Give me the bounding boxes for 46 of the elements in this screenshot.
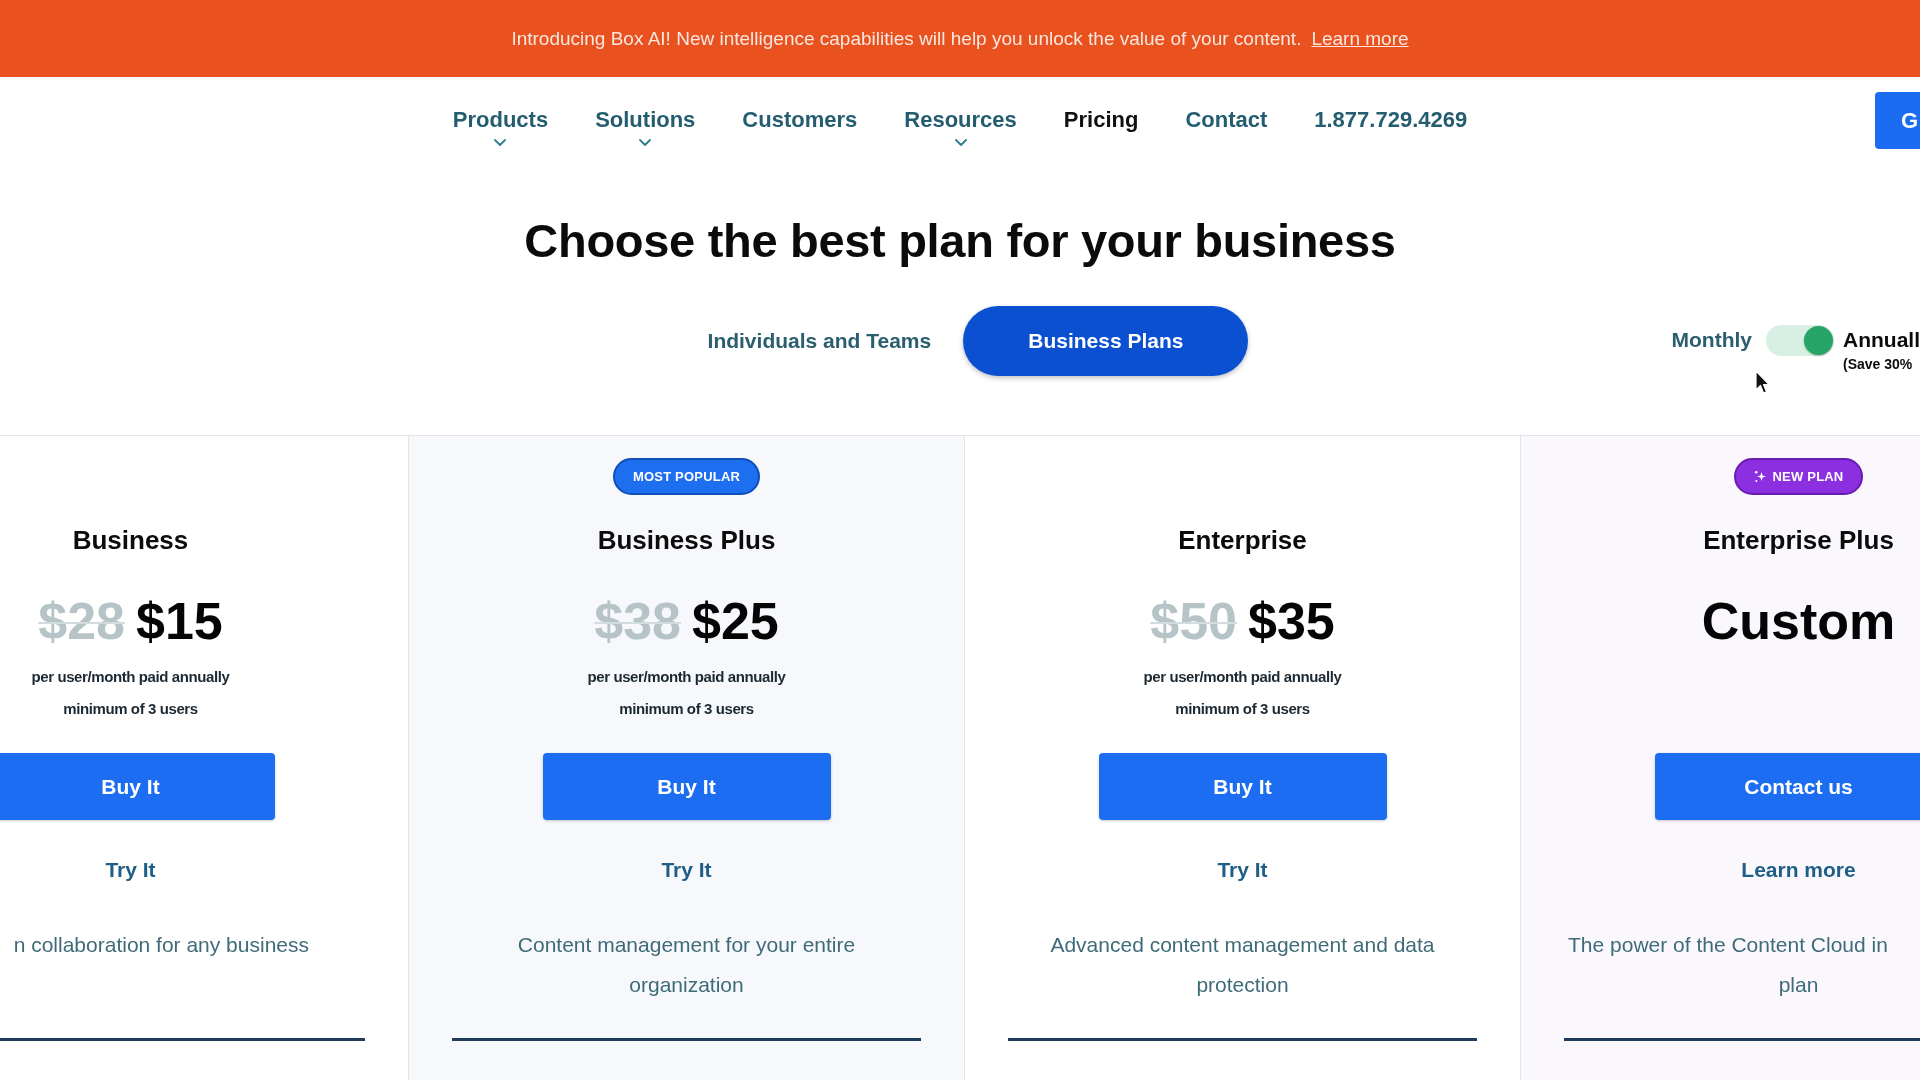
billing-label: Monthly bbox=[1671, 327, 1752, 353]
nav-link[interactable]: Contact bbox=[1185, 107, 1268, 133]
plan-description: Advanced content management and data protection bbox=[1049, 932, 1436, 998]
plan-button[interactable]: Buy It bbox=[542, 753, 831, 820]
price-note: minimum of 3 users bbox=[619, 699, 754, 719]
plan-description: Content management for your entire organization bbox=[516, 932, 857, 998]
nav-link[interactable]: Solutions bbox=[595, 107, 696, 146]
plan-price: $25 bbox=[692, 591, 779, 651]
plan-badge: MOST POPULAR bbox=[612, 458, 761, 495]
nav-link[interactable]: Customers bbox=[742, 107, 858, 133]
nav-link[interactable]: Products bbox=[452, 107, 549, 146]
plan-type-tab[interactable]: Business Plans bbox=[963, 306, 1249, 376]
price-note: minimum of 3 users bbox=[1175, 699, 1310, 719]
announcement-text: Introducing Box AI! New intelligence capabilities will help you unlock the value of your content. bbox=[511, 27, 1302, 50]
nav-link[interactable]: Resources bbox=[904, 107, 1017, 146]
sparkle-icon bbox=[1753, 470, 1767, 483]
header-button[interactable]: G bbox=[1874, 92, 1920, 149]
plan-price: $35 bbox=[1248, 591, 1335, 651]
plan-link[interactable]: Try It bbox=[105, 855, 156, 885]
billing-label: Annuall bbox=[1843, 327, 1920, 353]
nav-link[interactable]: 1.877.729.4269 bbox=[1314, 107, 1468, 133]
plan-name: Enterprise Plus bbox=[1703, 524, 1894, 557]
price-note: per user/month paid annually bbox=[587, 667, 786, 687]
plan-description: The power of the Content Cloud in plan bbox=[1567, 932, 1889, 998]
plan-button[interactable]: Buy It bbox=[1098, 753, 1387, 820]
plan-type-tab[interactable]: Individuals and Teams bbox=[707, 306, 932, 376]
savings-note: (Save 30% bbox=[1843, 355, 1914, 373]
plan-link[interactable]: Try It bbox=[1217, 855, 1268, 885]
price-note: per user/month paid annually bbox=[31, 667, 230, 687]
plan-link[interactable]: Learn more bbox=[1741, 855, 1856, 885]
page-heading: Choose the best plan for your business bbox=[524, 213, 1396, 269]
plan-price: $15 bbox=[136, 591, 223, 651]
plan-name: Business Plus bbox=[597, 524, 776, 557]
plan-name: Business bbox=[72, 524, 189, 557]
nav-link[interactable]: Pricing bbox=[1063, 107, 1139, 133]
plan-description: n collaboration for any business bbox=[12, 932, 310, 958]
plan-badge: NEW PLAN bbox=[1733, 458, 1864, 495]
plan-link[interactable]: Try It bbox=[661, 855, 712, 885]
plan-price: Custom bbox=[1701, 591, 1896, 651]
cursor-icon bbox=[1755, 370, 1770, 395]
plan-button[interactable]: Contact us bbox=[1654, 753, 1920, 820]
price-note: per user/month paid annually bbox=[1143, 667, 1342, 687]
billing-toggle[interactable] bbox=[1766, 325, 1834, 356]
plan-button[interactable]: Buy It bbox=[0, 753, 275, 820]
price-note: minimum of 3 users bbox=[63, 699, 198, 719]
plan-name: Enterprise bbox=[1178, 524, 1307, 557]
